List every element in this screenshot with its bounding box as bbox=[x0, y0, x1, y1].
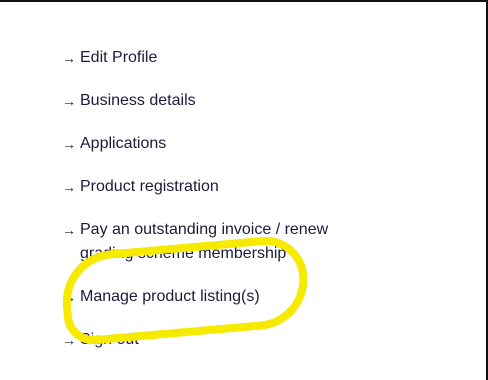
menu-item-business-details[interactable]: → Business details bbox=[62, 89, 328, 113]
arrow-right-icon: → bbox=[62, 179, 76, 195]
menu-item-label-line-2[interactable]: grading scheme membership bbox=[80, 242, 328, 266]
menu-item-label[interactable]: Applications bbox=[80, 132, 166, 156]
menu-item-applications[interactable]: → Applications bbox=[62, 132, 328, 156]
menu-item-label[interactable]: Edit Profile bbox=[80, 46, 157, 70]
arrow-right-icon: → bbox=[62, 93, 76, 109]
menu-item-label-line-1[interactable]: Pay an outstanding invoice / renew bbox=[80, 218, 328, 242]
arrow-right-icon: → bbox=[62, 289, 76, 305]
menu-item-sign-out[interactable]: → Sign out bbox=[62, 328, 328, 352]
menu-item-label[interactable]: Manage product listing(s) bbox=[80, 285, 260, 309]
menu-item-label[interactable]: Sign out bbox=[80, 328, 139, 352]
account-menu: → Edit Profile → Business details → Appl… bbox=[62, 46, 328, 352]
menu-item-pay-invoice-renew[interactable]: → Pay an outstanding invoice / renew gra… bbox=[62, 218, 328, 266]
menu-item-label[interactable]: Product registration bbox=[80, 175, 219, 199]
arrow-right-icon: → bbox=[62, 222, 76, 238]
menu-item-label[interactable]: Business details bbox=[80, 89, 196, 113]
arrow-right-icon: → bbox=[62, 332, 76, 348]
menu-item-label-block[interactable]: Pay an outstanding invoice / renew gradi… bbox=[80, 218, 328, 266]
arrow-right-icon: → bbox=[62, 136, 76, 152]
menu-item-manage-product-listings[interactable]: → Manage product listing(s) bbox=[62, 285, 328, 309]
menu-item-product-registration[interactable]: → Product registration bbox=[62, 175, 328, 199]
menu-item-edit-profile[interactable]: → Edit Profile bbox=[62, 46, 328, 70]
arrow-right-icon: → bbox=[62, 50, 76, 66]
